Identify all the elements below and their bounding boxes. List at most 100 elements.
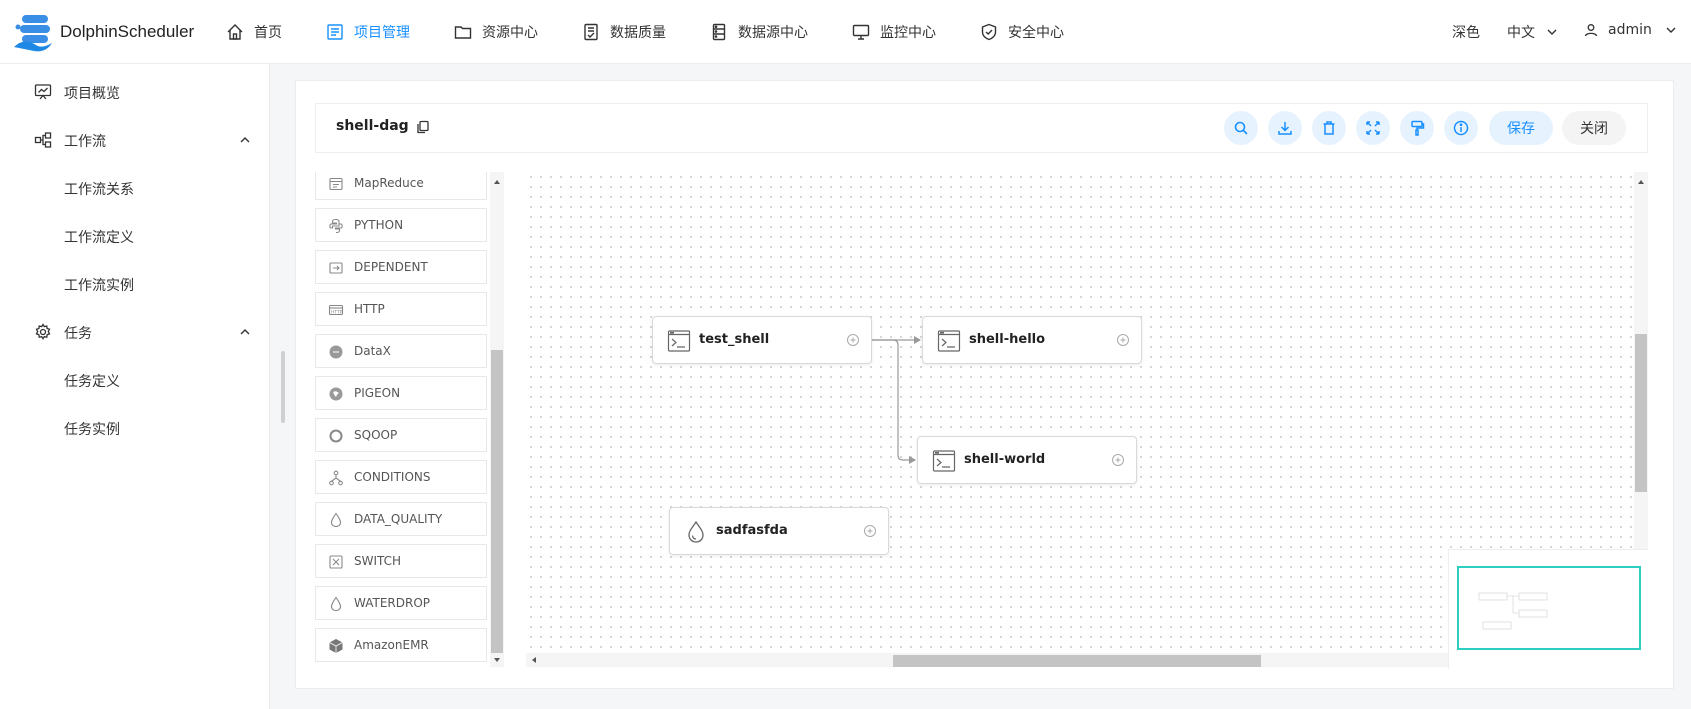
format-button[interactable]: [1400, 111, 1434, 145]
palette-item-http[interactable]: HTTP HTTP: [315, 292, 487, 326]
palette-scroll-thumb[interactable]: [491, 350, 503, 653]
sidebar-item-workflow-definition[interactable]: 工作流定义: [0, 216, 270, 256]
palette-item-python[interactable]: PYTHON: [315, 208, 487, 242]
theme-toggle[interactable]: 深色: [1452, 22, 1480, 42]
scroll-up-icon[interactable]: [492, 177, 502, 187]
sqoop-icon: [329, 429, 343, 443]
nav-monitor[interactable]: 监控中心: [852, 20, 936, 44]
chevron-down-icon: [1547, 29, 1557, 35]
sidebar-item-label: 工作流实例: [64, 278, 134, 294]
nav-project-label: 项目管理: [354, 25, 410, 41]
palette-item-datax[interactable]: DataX: [315, 334, 487, 368]
palette-item-label: MapReduce: [354, 176, 424, 190]
nav-home[interactable]: 首页: [226, 20, 282, 44]
sidebar-item-label: 工作流: [64, 134, 106, 150]
user-menu[interactable]: admin: [1584, 22, 1678, 38]
sidebar-scrollbar[interactable]: [281, 351, 285, 423]
palette-item-label: PYTHON: [354, 218, 404, 232]
dolphin-logo-icon[interactable]: [12, 13, 56, 53]
canvas-vertical-scroll-thumb[interactable]: [1635, 334, 1647, 492]
brand-name[interactable]: DolphinScheduler: [60, 22, 194, 42]
node-label: shell-hello: [969, 332, 1046, 347]
palette-item-conditions[interactable]: CONDITIONS: [315, 460, 487, 494]
sidebar-item-label: 任务实例: [64, 422, 120, 438]
data-quality-icon: [584, 23, 598, 41]
overview-icon: [34, 84, 52, 100]
sidebar-item-label: 任务: [64, 326, 92, 342]
node-label: test_shell: [699, 332, 770, 347]
search-button[interactable]: [1224, 111, 1258, 145]
palette-item-data-quality[interactable]: DATA_QUALITY: [315, 502, 487, 536]
nav-project[interactable]: 项目管理: [326, 20, 410, 44]
sidebar: 项目概览 工作流 工作流关系 工作流定义 工作流实例 任务 任务定义 任务实例: [0, 64, 270, 709]
nav-resource[interactable]: 资源中心: [454, 20, 538, 44]
scroll-up-icon[interactable]: [1636, 177, 1646, 187]
user-label: admin: [1608, 22, 1652, 38]
add-node-icon[interactable]: [1111, 453, 1125, 467]
folder-icon: [454, 26, 472, 39]
delete-button[interactable]: [1312, 111, 1346, 145]
gear-icon: [35, 323, 51, 340]
dag-node-shell-hello[interactable]: shell-hello: [922, 316, 1142, 364]
sidebar-item-task-instance[interactable]: 任务实例: [0, 408, 270, 448]
format-icon: [1411, 120, 1425, 136]
theme-label: 深色: [1452, 25, 1480, 41]
sidebar-item-workflow-relation[interactable]: 工作流关系: [0, 168, 270, 208]
sidebar-item-workflow-instance[interactable]: 工作流实例: [0, 264, 270, 304]
scroll-left-icon[interactable]: [529, 655, 539, 665]
chevron-up-icon: [240, 137, 250, 143]
user-icon: [1584, 24, 1598, 37]
sidebar-item-workflow[interactable]: 工作流: [0, 120, 270, 160]
top-header: DolphinScheduler 首页 项目管理 资源中心 数据质量 数据源中心…: [0, 0, 1691, 64]
scroll-down-icon[interactable]: [492, 655, 502, 665]
palette-item-amazonemr[interactable]: AmazonEMR: [315, 628, 487, 662]
nav-datasource[interactable]: 数据源中心: [710, 20, 808, 44]
close-button[interactable]: 关闭: [1562, 111, 1626, 145]
palette-item-switch[interactable]: SWITCH: [315, 544, 487, 578]
palette-item-pigeon[interactable]: PIGEON: [315, 376, 487, 410]
add-node-icon[interactable]: [1116, 333, 1130, 347]
switch-icon: [329, 555, 343, 569]
dag-title: shell-dag: [336, 118, 409, 134]
monitor-icon: [852, 24, 870, 40]
save-button[interactable]: 保存: [1489, 111, 1553, 145]
task-palette: MapReduce PYTHON DEPENDENT HTTP HTTP Dat…: [315, 172, 505, 667]
minimap-viewport[interactable]: [1457, 566, 1641, 650]
palette-item-mapreduce[interactable]: MapReduce: [315, 172, 487, 200]
shell-icon: [667, 330, 691, 352]
palette-item-label: SQOOP: [354, 428, 398, 442]
nav-data-quality-label: 数据质量: [610, 25, 666, 41]
add-node-icon[interactable]: [846, 333, 860, 347]
language-select[interactable]: 中文: [1507, 22, 1559, 42]
palette-item-label: DEPENDENT: [354, 260, 428, 274]
info-icon: [1453, 120, 1469, 136]
chevron-up-icon: [240, 329, 250, 335]
nav-home-label: 首页: [254, 25, 282, 41]
download-icon: [1278, 122, 1292, 135]
palette-item-sqoop[interactable]: SQOOP: [315, 418, 487, 452]
sidebar-item-task-definition[interactable]: 任务定义: [0, 360, 270, 400]
palette-item-dependent[interactable]: DEPENDENT: [315, 250, 487, 284]
pigeon-icon: [329, 387, 343, 401]
dag-node-test-shell[interactable]: test_shell: [652, 316, 872, 364]
search-icon: [1234, 121, 1248, 135]
dag-node-shell-world[interactable]: shell-world: [917, 436, 1137, 484]
add-node-icon[interactable]: [863, 524, 877, 538]
info-button[interactable]: [1444, 111, 1478, 145]
copy-icon[interactable]: [416, 120, 430, 134]
palette-item-label: PIGEON: [354, 386, 401, 400]
sidebar-item-task[interactable]: 任务: [0, 312, 270, 352]
canvas-horizontal-scroll-thumb[interactable]: [893, 655, 1261, 667]
dag-node-sadfasfda[interactable]: sadfasfda: [669, 507, 889, 555]
fullscreen-button[interactable]: [1356, 111, 1390, 145]
download-button[interactable]: [1268, 111, 1302, 145]
palette-item-label: AmazonEMR: [354, 638, 429, 652]
palette-item-waterdrop[interactable]: WATERDROP: [315, 586, 487, 620]
language-label: 中文: [1507, 25, 1535, 41]
nav-data-quality[interactable]: 数据质量: [582, 20, 666, 44]
sidebar-item-overview[interactable]: 项目概览: [0, 72, 270, 112]
security-icon: [981, 23, 997, 41]
mapreduce-icon: [329, 177, 343, 191]
workflow-icon: [34, 132, 52, 148]
nav-security[interactable]: 安全中心: [980, 20, 1064, 44]
